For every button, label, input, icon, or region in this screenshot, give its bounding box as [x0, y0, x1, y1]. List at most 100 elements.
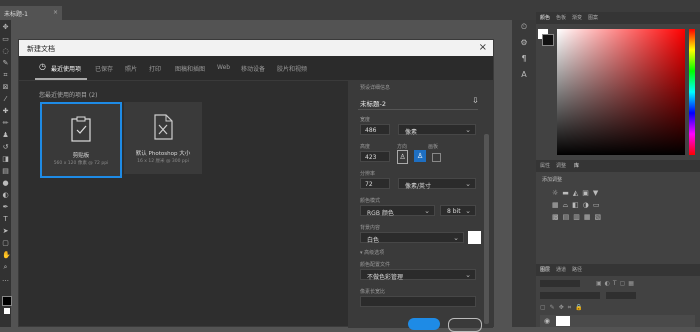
- tab-art-illustration[interactable]: 图稿和插图: [175, 64, 205, 73]
- layer-thumbnail: [556, 316, 570, 326]
- frame-tool-icon[interactable]: ⊠: [2, 84, 9, 91]
- color-mode-select[interactable]: RGB 颜色 ⌄: [360, 205, 435, 217]
- tab-web[interactable]: Web: [217, 64, 230, 71]
- preset-name: 剪贴板: [72, 153, 90, 159]
- create-button[interactable]: [408, 318, 440, 330]
- history-brush-icon[interactable]: ↺: [2, 144, 9, 151]
- preset-size: 560 x 120 像素 @ 72 ppi: [53, 161, 109, 166]
- pen-tool-icon[interactable]: ✒: [2, 204, 9, 211]
- tab-libraries[interactable]: 库: [574, 162, 579, 169]
- eraser-icon[interactable]: ◨: [2, 156, 9, 163]
- type-tool-icon[interactable]: T: [2, 216, 9, 223]
- hand-tool-icon[interactable]: ✋: [2, 252, 11, 259]
- resolution-label: 分辨率: [360, 171, 376, 177]
- character-icon[interactable]: A: [519, 70, 529, 80]
- close-button[interactable]: [448, 318, 482, 332]
- lasso-tool-icon[interactable]: ◌: [2, 48, 9, 55]
- chevron-down-icon: ⌄: [465, 271, 471, 279]
- pixel-aspect-ratio-select[interactable]: [360, 296, 476, 307]
- layer-row[interactable]: ◉: [540, 315, 695, 327]
- quick-select-icon[interactable]: ✎: [2, 60, 9, 67]
- background-value: 白色: [367, 237, 380, 244]
- brush-tool-icon[interactable]: ✏: [2, 120, 9, 127]
- preset-card-default[interactable]: 默认 Photoshop 大小 16 x 12 厘米 @ 300 ppi: [124, 102, 202, 174]
- zoom-tool-icon[interactable]: ⌕: [2, 264, 9, 271]
- width-field[interactable]: 486: [360, 124, 390, 135]
- history-icon[interactable]: ⏲: [519, 22, 529, 32]
- preset-category-tabs: ◷ 最近使用项 已保存 照片 打印 图稿和插图 Web 移动设备 胶片和视频: [19, 56, 493, 81]
- shape-tool-icon[interactable]: ▢: [2, 240, 9, 247]
- background-color-swatch[interactable]: [468, 231, 481, 244]
- height-field[interactable]: 423: [360, 151, 390, 162]
- save-preset-icon[interactable]: ⇩: [472, 96, 479, 105]
- tab-print[interactable]: 打印: [149, 64, 161, 73]
- background-label: 背景内容: [360, 225, 381, 231]
- background-color-icon[interactable]: [4, 308, 10, 314]
- tab-gradients[interactable]: 渐变: [572, 14, 582, 21]
- eyedropper-icon[interactable]: ⁄: [2, 96, 9, 103]
- properties-icon[interactable]: ⚙: [519, 38, 529, 48]
- layer-filter-icons[interactable]: ▣◐T▢▦: [596, 280, 640, 287]
- tab-properties[interactable]: 属性: [540, 162, 550, 169]
- foreground-color-icon[interactable]: [2, 296, 12, 306]
- gradient-icon[interactable]: ▤: [2, 168, 9, 175]
- blend-mode-select[interactable]: [540, 292, 600, 299]
- portrait-icon[interactable]: ♙: [397, 150, 408, 164]
- paragraph-icon[interactable]: ¶: [519, 54, 529, 64]
- close-icon[interactable]: ×: [53, 9, 58, 16]
- tab-saved[interactable]: 已保存: [95, 64, 113, 73]
- details-heading: 预设详细信息: [360, 85, 391, 91]
- opacity-field[interactable]: [606, 292, 636, 299]
- lock-icons[interactable]: ▢✎✥⌗🔒: [540, 304, 660, 311]
- path-select-icon[interactable]: ➤: [2, 228, 9, 235]
- tab-patterns[interactable]: 图案: [588, 14, 598, 21]
- color-profile-select[interactable]: 不做色彩管理 ⌄: [360, 269, 476, 281]
- tab-recent[interactable]: 最近使用项: [51, 64, 81, 73]
- marquee-tool-icon[interactable]: ▭: [2, 36, 9, 43]
- eye-icon[interactable]: ◉: [544, 317, 552, 325]
- document-icon: [154, 114, 173, 140]
- details-scrollbar[interactable]: [484, 134, 489, 324]
- blur-tool-icon[interactable]: ●: [2, 180, 9, 187]
- tab-mobile[interactable]: 移动设备: [241, 64, 265, 73]
- dodge-tool-icon[interactable]: ◐: [2, 192, 9, 199]
- close-icon[interactable]: ×: [479, 42, 487, 53]
- tab-paths[interactable]: 路径: [572, 266, 582, 273]
- artboard-checkbox[interactable]: [432, 153, 441, 162]
- crop-tool-icon[interactable]: ⌗: [2, 72, 9, 79]
- resolution-unit-select[interactable]: 像素/英寸 ⌄: [398, 178, 476, 190]
- color-profile-value: 不做色彩管理: [367, 274, 404, 281]
- adjustment-icons[interactable]: ☼▬◭▣▼ ▦⌓◧◑▭ ▩▤▥▦▧: [552, 187, 622, 227]
- tab-adjustments[interactable]: 调整: [556, 162, 566, 169]
- document-tab[interactable]: 未标题-1 ×: [0, 6, 62, 20]
- move-tool-icon[interactable]: ✥: [2, 24, 9, 31]
- color-field[interactable]: [557, 29, 685, 155]
- preset-details-pane: 预设详细信息 未标题-2 ⇩ 宽度 486 像素 ⌄ 高度 方向 画板 423 …: [348, 80, 493, 332]
- background-swatch[interactable]: [542, 34, 554, 46]
- more-tools-icon[interactable]: …: [2, 276, 9, 283]
- tab-swatches[interactable]: 色板: [556, 14, 566, 21]
- document-name-field[interactable]: 未标题-2: [360, 98, 386, 108]
- preset-size: 16 x 12 厘米 @ 300 ppi: [137, 159, 189, 164]
- advanced-options-toggle[interactable]: ▾ 高级选项: [360, 249, 384, 256]
- preset-card-clipboard[interactable]: 剪贴板 560 x 120 像素 @ 72 ppi: [40, 102, 122, 178]
- landscape-icon[interactable]: ♙: [414, 150, 426, 162]
- healing-brush-icon[interactable]: ✚: [2, 108, 9, 115]
- tab-layers[interactable]: 图层: [540, 266, 550, 273]
- tab-channels[interactable]: 通道: [556, 266, 566, 273]
- unit-select[interactable]: 像素 ⌄: [398, 124, 476, 136]
- chevron-down-icon: ⌄: [453, 234, 459, 242]
- tab-color[interactable]: 颜色: [540, 14, 550, 21]
- layer-filter[interactable]: [540, 280, 580, 287]
- tab-film-video[interactable]: 胶片和视频: [277, 64, 307, 73]
- resolution-field[interactable]: 72: [360, 178, 390, 189]
- bit-depth-select[interactable]: 8 bit ⌄: [440, 205, 476, 216]
- right-panels: 颜色 色板 渐变 图案 属性 调整 库 添加调整 ☼▬◭▣▼ ▦⌓◧◑▭ ▩▤▥▦▧…: [536, 12, 700, 327]
- tab-photo[interactable]: 照片: [125, 64, 137, 73]
- hue-slider[interactable]: [689, 29, 695, 155]
- chevron-down-icon: ⌄: [465, 180, 471, 188]
- clipboard-icon: [71, 116, 91, 142]
- document-tab-label: 未标题-1: [4, 11, 28, 18]
- stamp-tool-icon[interactable]: ♟: [2, 132, 9, 139]
- background-select[interactable]: 白色 ⌄: [360, 232, 464, 244]
